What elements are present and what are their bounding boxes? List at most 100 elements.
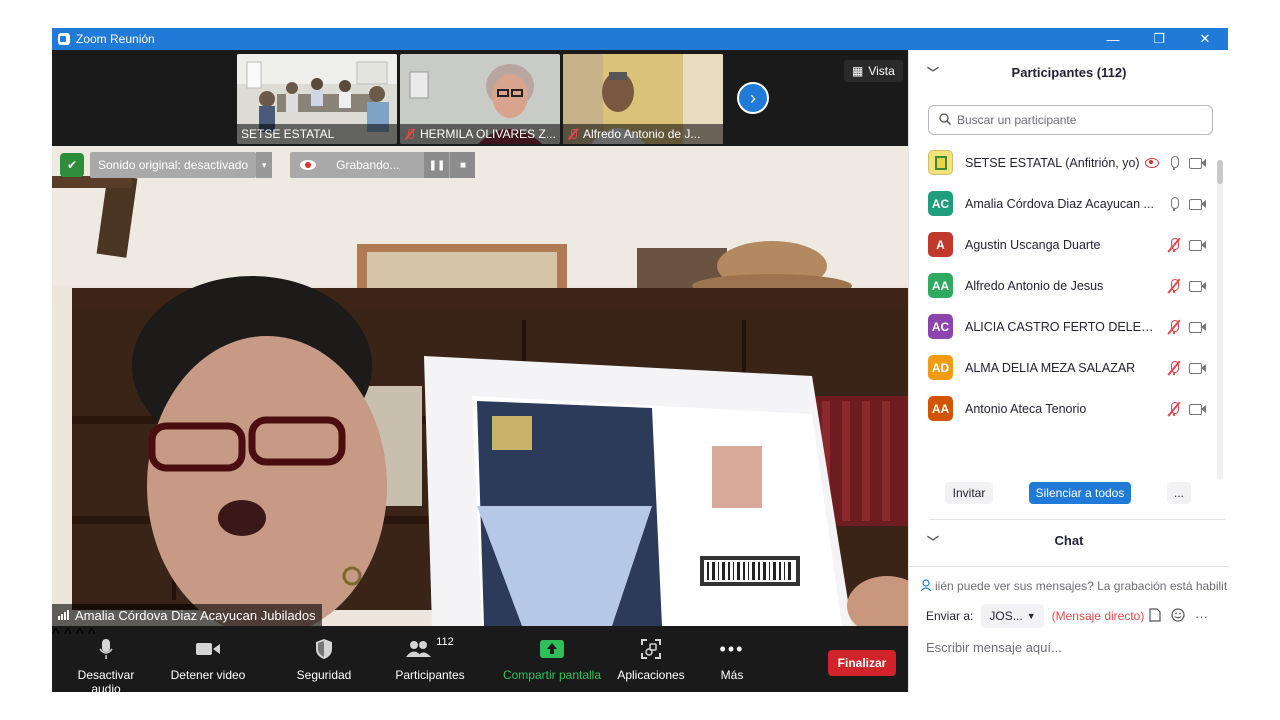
chat-more-icon[interactable]: ···: [1195, 609, 1208, 624]
participant-row[interactable]: AA Antonio Ateca Tenorio: [909, 388, 1229, 429]
participant-row[interactable]: AA Alfredo Antonio de Jesus: [909, 265, 1229, 306]
video-camera-icon[interactable]: [1189, 157, 1207, 169]
participants-actions: Invitar Silenciar a todos ...: [909, 474, 1229, 514]
view-button[interactable]: ▦ Vista: [844, 60, 903, 82]
pause-recording-button[interactable]: ❚❚: [423, 152, 450, 178]
encryption-shield-icon: ✔: [60, 153, 84, 177]
participant-name: SETSE ESTATAL (Anfitrión, yo): [965, 155, 1140, 170]
participant-search-input[interactable]: Buscar un participante: [928, 105, 1213, 135]
participant-row[interactable]: AC Amalia Córdova Diaz Acayucan ...: [909, 183, 1229, 224]
window-title: Zoom Reunión: [76, 32, 155, 46]
title-bar: Zoom Reunión — ❐ ✕: [52, 28, 1228, 50]
collapse-chevron-icon[interactable]: ﹀: [927, 64, 939, 81]
chat-header: ﹀ Chat: [909, 520, 1229, 560]
chat-message-input[interactable]: Escribir mensaje aquí...: [926, 640, 1216, 662]
active-speaker-label: Amalia Córdova Diaz Acayucan Jubilados: [52, 604, 322, 626]
search-placeholder: Buscar un participante: [957, 113, 1077, 127]
participant-avatar: AC: [928, 314, 953, 339]
original-sound-label: Sonido original: desactivado: [98, 158, 249, 172]
direct-message-label: (Mensaje directo): [1051, 609, 1145, 623]
participants-more-button[interactable]: ...: [1167, 482, 1191, 504]
security-button[interactable]: Seguridad: [288, 636, 360, 682]
microphone-icon[interactable]: [1167, 196, 1181, 212]
microphone-muted-icon[interactable]: [1167, 360, 1181, 376]
participant-name: Alfredo Antonio de Jesus: [965, 278, 1104, 293]
video-camera-icon[interactable]: [1189, 362, 1207, 374]
thumbnail-setse-estatal[interactable]: SETSE ESTATAL: [237, 54, 397, 144]
chat-privacy-notice[interactable]: iién puede ver sus mensajes? La grabació…: [921, 574, 1227, 598]
recipient-select[interactable]: JOS... ▼: [981, 604, 1044, 628]
stop-video-button[interactable]: Detener video: [168, 636, 248, 682]
participant-avatar: AA: [928, 273, 953, 298]
file-icon[interactable]: [1149, 608, 1161, 625]
participant-name: Amalia Córdova Diaz Acayucan ...: [965, 196, 1154, 211]
minimize-button[interactable]: —: [1090, 28, 1136, 50]
stop-recording-button[interactable]: ■: [449, 152, 476, 178]
original-sound-button[interactable]: Sonido original: desactivado: [90, 152, 257, 178]
next-page-button[interactable]: ›: [737, 82, 769, 114]
thumbnail-alfredo-antonio[interactable]: Alfredo Antonio de J...: [563, 54, 723, 144]
video-camera-icon[interactable]: [1189, 239, 1207, 251]
participant-row[interactable]: AD ALMA DELIA MEZA SALAZAR: [909, 347, 1229, 388]
microphone-icon[interactable]: [1167, 155, 1181, 171]
original-sound-dropdown[interactable]: ▾: [256, 152, 273, 178]
mic-muted-icon: [404, 128, 416, 140]
side-panel: ﹀ Participantes (112) Buscar un particip…: [908, 50, 1229, 692]
zoom-app-icon: [58, 33, 70, 45]
participants-label: Participantes: [395, 668, 465, 682]
video-camera-icon[interactable]: [1189, 321, 1207, 333]
participants-count: 112: [436, 636, 454, 648]
mic-muted-icon: [567, 128, 579, 140]
video-camera-icon[interactable]: [1189, 403, 1207, 415]
microphone-muted-icon[interactable]: [1167, 237, 1181, 253]
stop-video-label: Detener video: [170, 668, 246, 682]
video-camera-icon[interactable]: [1189, 198, 1207, 210]
thumbnail-name: HERMILA OLIVARES Z...: [420, 127, 556, 141]
audio-options-caret[interactable]: ^: [52, 626, 60, 643]
meeting-toolbar: Desactivar audio ^ Detener video ^ Segur…: [52, 626, 908, 696]
more-button[interactable]: ••• Más: [708, 636, 756, 683]
participant-row[interactable]: A Agustin Uscanga Duarte: [909, 224, 1229, 265]
end-meeting-button[interactable]: Finalizar: [828, 650, 896, 676]
thumbnail-label: SETSE ESTATAL: [237, 124, 397, 144]
speaker-video-frame: [52, 146, 908, 626]
send-to-label: Enviar a:: [926, 609, 974, 623]
caret-down-icon: ▾: [261, 159, 267, 170]
zoom-window: Zoom Reunión — ❐ ✕ SETSE ESTATAL HERMILA…: [52, 28, 1229, 696]
participants-scrollbar[interactable]: [1217, 160, 1223, 480]
chevron-down-icon: ▼: [1026, 611, 1036, 621]
video-camera-icon: [168, 636, 248, 662]
chevron-right-icon: ›: [750, 87, 756, 108]
more-label: Más: [720, 668, 744, 682]
microphone-muted-icon[interactable]: [1167, 278, 1181, 294]
mute-audio-button[interactable]: Desactivar audio: [62, 636, 150, 696]
security-label: Seguridad: [296, 668, 352, 682]
participant-row[interactable]: [909, 429, 1229, 432]
participant-row[interactable]: SETSE ESTATAL (Anfitrión, yo): [909, 142, 1229, 183]
recording-indicator: Grabando... ❚❚ ■: [290, 152, 476, 178]
participants-button[interactable]: 112 Participantes: [388, 636, 472, 682]
share-screen-button[interactable]: Compartir pantalla: [500, 636, 604, 682]
thumbnail-strip: SETSE ESTATAL HERMILA OLIVARES Z... Alfr…: [52, 50, 908, 146]
invite-button[interactable]: Invitar: [945, 482, 993, 504]
restore-button[interactable]: ❐: [1136, 28, 1182, 50]
close-button[interactable]: ✕: [1182, 28, 1228, 50]
emoji-icon[interactable]: [1171, 608, 1185, 625]
recording-dot-icon: [1145, 157, 1159, 168]
thumbnail-hermila-olivares[interactable]: HERMILA OLIVARES Z...: [400, 54, 560, 144]
signal-bars-icon: [58, 610, 69, 620]
video-camera-icon[interactable]: [1189, 280, 1207, 292]
apps-button[interactable]: Aplicaciones: [612, 636, 690, 682]
collapse-chevron-icon[interactable]: ﹀: [927, 533, 939, 550]
microphone-muted-icon[interactable]: [1167, 319, 1181, 335]
participant-avatar: AD: [928, 355, 953, 380]
participant-row[interactable]: AC ALICIA CASTRO FERTO DELEGAC...: [909, 306, 1229, 347]
shield-icon: [288, 636, 360, 662]
more-dots-icon: •••: [719, 638, 745, 659]
mute-all-button[interactable]: Silenciar a todos: [1029, 482, 1131, 504]
chat-tools: ···: [1149, 608, 1208, 625]
apps-label: Aplicaciones: [617, 668, 685, 682]
microphone-muted-icon[interactable]: [1167, 401, 1181, 417]
person-info-icon: [921, 578, 933, 594]
thumbnail-name: SETSE ESTATAL: [241, 127, 335, 141]
